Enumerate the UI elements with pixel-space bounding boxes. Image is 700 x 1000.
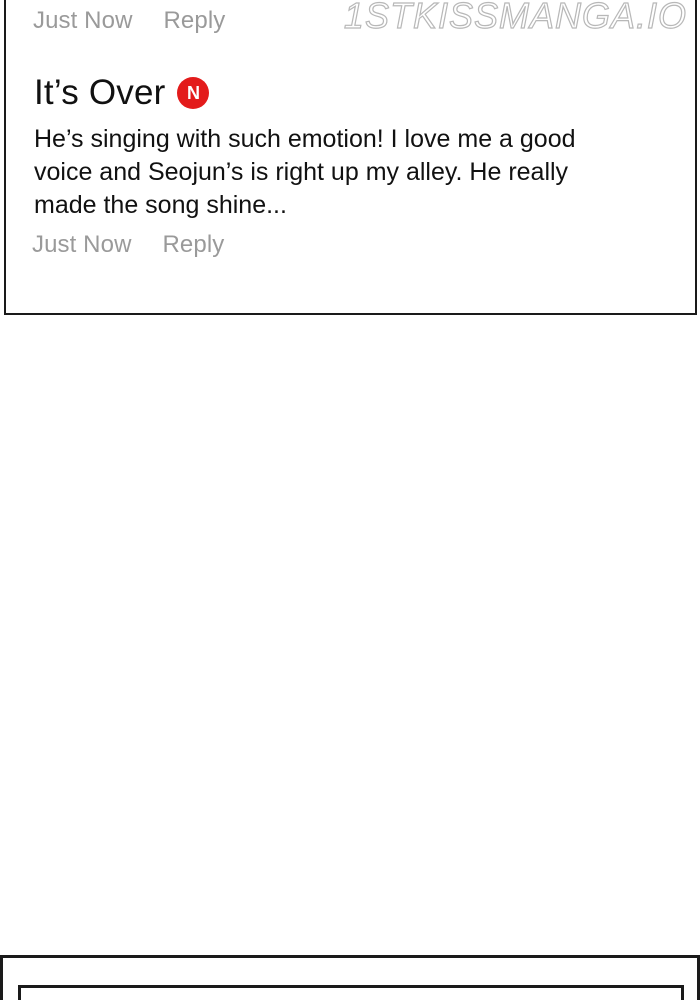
comment-reply-button[interactable]: Reply [163, 231, 225, 259]
comment-author: It’s Over [34, 73, 166, 112]
comic-page: Just Now Reply 1STKISSMANGA.IO It’s Over… [0, 0, 700, 1000]
previous-comment-meta: Just Now Reply [33, 7, 225, 35]
watermark: 1STKISSMANGA.IO [343, 0, 687, 37]
comment-meta: Just Now Reply [32, 231, 224, 259]
new-badge-icon: N [177, 77, 210, 109]
previous-comment-reply-button[interactable]: Reply [164, 7, 226, 35]
next-panel [0, 955, 700, 1000]
comment-card: It’s Over N He’s singing with such emoti… [18, 61, 646, 231]
next-panel-inner-frame [18, 985, 684, 1000]
comment-time: Just Now [32, 231, 132, 258]
previous-comment-time: Just Now [33, 7, 133, 34]
comment-author-line: It’s Over N [34, 73, 210, 113]
comment-panel: Just Now Reply 1STKISSMANGA.IO It’s Over… [4, 0, 697, 315]
comment-text: He’s singing with such emotion! I love m… [34, 125, 576, 219]
